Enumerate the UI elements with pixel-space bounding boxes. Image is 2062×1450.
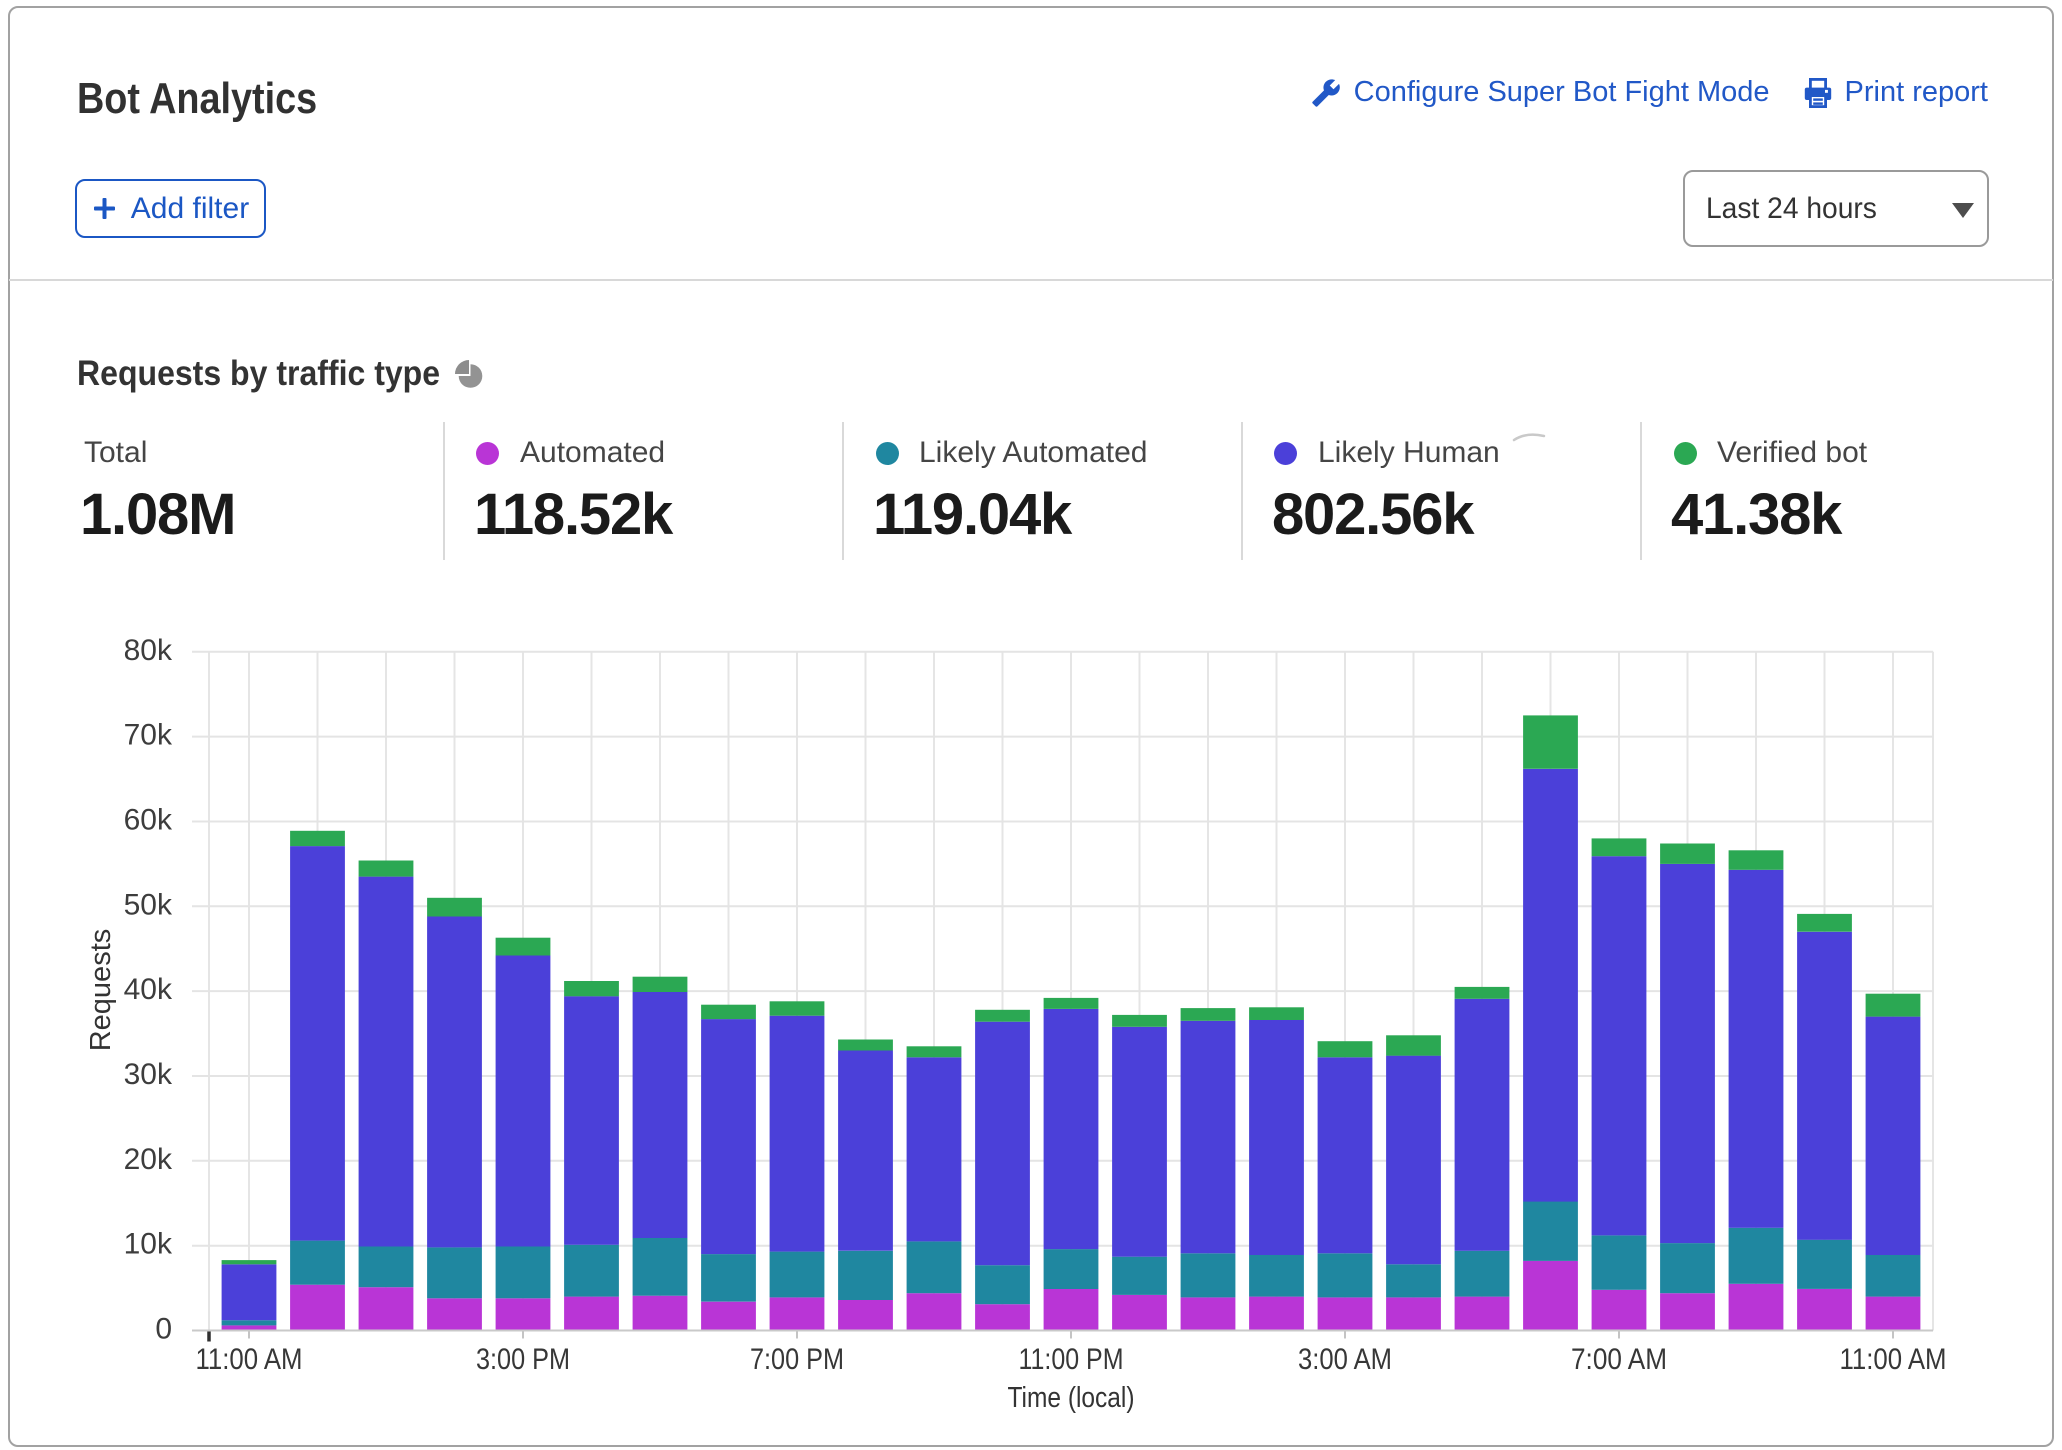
- svg-text:60k: 60k: [124, 804, 173, 837]
- svg-text:3:00 PM: 3:00 PM: [476, 1343, 570, 1376]
- svg-text:7:00 PM: 7:00 PM: [750, 1343, 844, 1376]
- svg-text:11:00 AM: 11:00 AM: [196, 1343, 303, 1376]
- svg-text:3:00 AM: 3:00 AM: [1298, 1343, 1392, 1376]
- svg-text:0: 0: [155, 1313, 172, 1346]
- svg-text:10k: 10k: [124, 1228, 173, 1261]
- svg-text:20k: 20k: [124, 1143, 173, 1176]
- svg-text:Time (local): Time (local): [1008, 1382, 1135, 1414]
- svg-text:Requests: Requests: [85, 929, 117, 1052]
- svg-text:30k: 30k: [124, 1058, 173, 1091]
- svg-text:70k: 70k: [124, 719, 173, 752]
- svg-text:11:00 PM: 11:00 PM: [1019, 1343, 1124, 1376]
- svg-text:50k: 50k: [124, 888, 173, 921]
- svg-text:11:00 AM: 11:00 AM: [1840, 1343, 1947, 1376]
- svg-text:80k: 80k: [124, 634, 173, 667]
- svg-text:40k: 40k: [124, 973, 173, 1006]
- svg-text:7:00 AM: 7:00 AM: [1571, 1343, 1667, 1376]
